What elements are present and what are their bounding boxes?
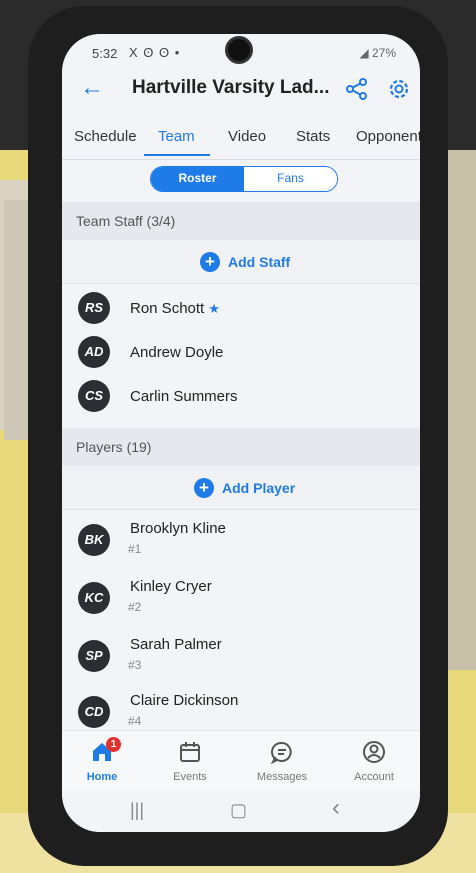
avatar: KC bbox=[78, 582, 110, 614]
calendar-icon bbox=[180, 742, 200, 762]
staff-section-title: Team Staff (3/4) bbox=[76, 213, 176, 229]
staff-name: Andrew Doyle bbox=[130, 344, 224, 361]
player-name: Claire Dickinson bbox=[130, 692, 239, 709]
segment-roster[interactable]: Roster bbox=[151, 167, 244, 191]
nav-home[interactable]: 1 Home bbox=[62, 737, 142, 783]
gear-icon[interactable] bbox=[386, 76, 412, 102]
tab-stats[interactable]: Stats bbox=[296, 128, 330, 145]
player-number: #4 bbox=[128, 714, 142, 728]
nav-events-label: Events bbox=[173, 771, 207, 783]
tabs-divider bbox=[62, 159, 420, 160]
staff-row[interactable]: CS Carlin Summers bbox=[62, 374, 420, 418]
share-icon[interactable] bbox=[344, 76, 370, 102]
plus-icon: + bbox=[194, 478, 214, 498]
avatar: BK bbox=[78, 524, 110, 556]
home-button-icon[interactable]: ▢ bbox=[230, 800, 247, 821]
camera-cutout bbox=[225, 36, 253, 64]
player-row[interactable]: BK Brooklyn Kline #1 bbox=[62, 514, 420, 570]
roster-fans-toggle: Roster Fans bbox=[150, 166, 338, 192]
player-name: Kinley Cryer bbox=[130, 578, 212, 595]
chat-icon bbox=[270, 741, 292, 765]
player-name: Sarah Palmer bbox=[130, 636, 222, 653]
tab-team[interactable]: Team bbox=[158, 128, 195, 145]
avatar: RS bbox=[78, 292, 110, 324]
staff-name: Carlin Summers bbox=[130, 388, 238, 405]
account-icon bbox=[363, 741, 385, 763]
avatar: AD bbox=[78, 336, 110, 368]
app-header: ← Hartville Varsity Lad... bbox=[62, 70, 420, 114]
battery-level: 27% bbox=[371, 46, 396, 60]
status-bar: 5:32 X ʘ ʘ • ◢ 27% bbox=[62, 34, 420, 66]
back-icon[interactable]: ‹ bbox=[332, 794, 340, 822]
add-staff-button[interactable]: + Add Staff bbox=[62, 240, 420, 284]
add-staff-label: Add Staff bbox=[228, 254, 291, 270]
avatar: CD bbox=[78, 696, 110, 728]
avatar: CS bbox=[78, 380, 110, 412]
tab-schedule[interactable]: Schedule bbox=[74, 128, 137, 145]
nav-events[interactable]: Events bbox=[150, 739, 230, 783]
avatar: SP bbox=[78, 640, 110, 672]
system-nav-bar: ||| ▢ ‹ bbox=[62, 790, 420, 832]
tab-video[interactable]: Video bbox=[228, 128, 266, 145]
nav-home-label: Home bbox=[86, 771, 118, 783]
tab-opponents[interactable]: Opponents bbox=[356, 128, 420, 145]
player-row[interactable]: KC Kinley Cryer #2 bbox=[62, 572, 420, 628]
phone-screen: 5:32 X ʘ ʘ • ◢ 27% ← Hartville Varsity L… bbox=[62, 34, 420, 832]
notification-badge: 1 bbox=[106, 737, 121, 752]
back-arrow-icon[interactable]: ← bbox=[80, 76, 104, 100]
recents-icon[interactable]: ||| bbox=[130, 800, 144, 821]
add-player-button[interactable]: + Add Player bbox=[62, 466, 420, 510]
status-time: 5:32 bbox=[92, 46, 118, 61]
tab-bar: Schedule Team Video Stats Opponents bbox=[62, 122, 420, 160]
nav-messages-label: Messages bbox=[256, 771, 308, 783]
plus-icon: + bbox=[200, 252, 220, 272]
player-number: #2 bbox=[128, 600, 142, 614]
notification-icons: X ʘ ʘ • bbox=[129, 45, 181, 60]
player-number: #3 bbox=[128, 658, 142, 672]
staff-row[interactable]: RS Ron Schott ★ bbox=[62, 286, 420, 330]
staff-row[interactable]: AD Andrew Doyle bbox=[62, 330, 420, 374]
players-section-title: Players (19) bbox=[76, 439, 152, 455]
add-player-label: Add Player bbox=[222, 480, 296, 496]
status-right: ◢ 27% bbox=[359, 46, 396, 60]
staff-section-header: Team Staff (3/4) bbox=[62, 202, 420, 240]
star-icon: ★ bbox=[208, 301, 220, 316]
players-section-header: Players (19) bbox=[62, 428, 420, 466]
player-row[interactable]: SP Sarah Palmer #3 bbox=[62, 630, 420, 686]
nav-messages[interactable]: Messages bbox=[242, 739, 322, 783]
segment-fans[interactable]: Fans bbox=[244, 167, 337, 191]
nav-account[interactable]: Account bbox=[334, 739, 414, 783]
active-tab-indicator bbox=[144, 154, 210, 156]
player-number: #1 bbox=[128, 542, 142, 556]
page-title: Hartville Varsity Lad... bbox=[132, 77, 330, 98]
bottom-nav: 1 Home Events Messages Account bbox=[62, 730, 420, 790]
signal-icon: ◢ bbox=[359, 46, 372, 60]
player-name: Brooklyn Kline bbox=[130, 520, 226, 537]
nav-account-label: Account bbox=[354, 771, 394, 783]
player-row[interactable]: CD Claire Dickinson #4 bbox=[62, 686, 420, 730]
staff-name: Ron Schott ★ bbox=[130, 300, 220, 317]
